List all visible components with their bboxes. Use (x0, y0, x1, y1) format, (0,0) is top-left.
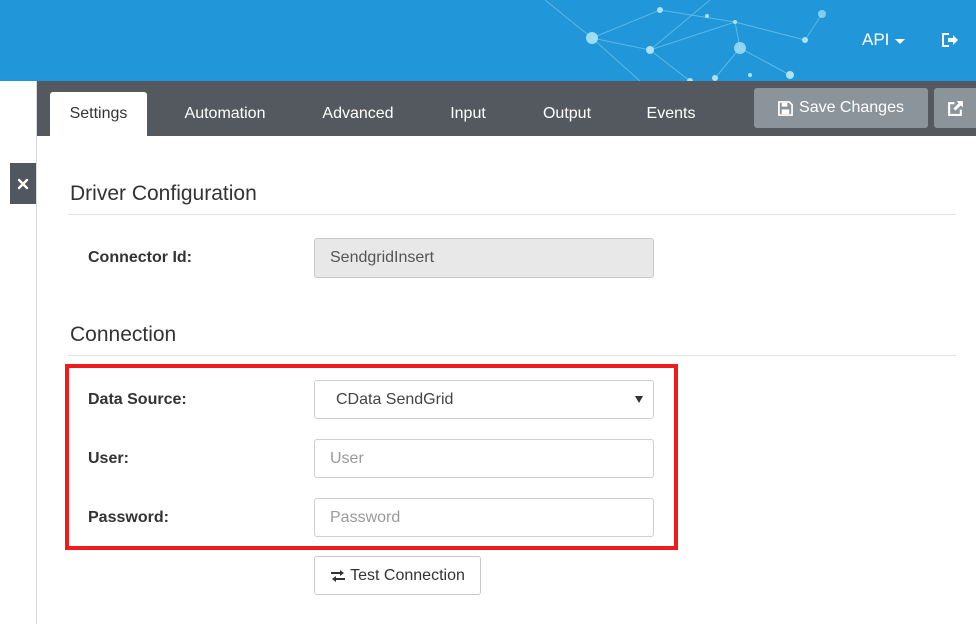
data-source-select[interactable]: CData SendGrid (314, 380, 654, 419)
api-dropdown-menu[interactable]: API (862, 30, 906, 50)
save-changes-label: Save Changes (799, 99, 904, 116)
dropdown-arrow-icon (635, 396, 643, 403)
section-divider (68, 355, 956, 356)
network-background-graphic (544, 0, 826, 81)
user-label: User: (88, 450, 129, 467)
data-source-selected-value: CData SendGrid (336, 391, 454, 408)
caret-down-icon (895, 39, 906, 44)
close-panel-button[interactable] (10, 163, 36, 204)
top-header: API (0, 0, 976, 81)
test-connection-button[interactable]: Test Connection (314, 556, 481, 595)
user-input[interactable] (314, 439, 654, 478)
password-input[interactable] (314, 498, 654, 537)
save-changes-button[interactable]: Save Changes (754, 88, 928, 128)
connector-id-field[interactable] (314, 238, 654, 278)
driver-configuration-heading: Driver Configuration (70, 182, 257, 205)
connection-heading: Connection (70, 323, 177, 346)
logout-icon[interactable] (940, 30, 960, 50)
test-connection-label: Test Connection (350, 566, 465, 584)
tab-automation[interactable]: Automation (165, 92, 285, 136)
password-label: Password: (88, 509, 169, 526)
tab-settings[interactable]: Settings (50, 92, 147, 136)
left-panel-border (36, 81, 37, 624)
data-source-label: Data Source: (88, 391, 187, 408)
external-link-icon (947, 100, 963, 116)
exchange-arrows-icon (331, 569, 346, 582)
section-divider (68, 214, 956, 215)
api-menu-label: API (862, 30, 890, 49)
open-external-button[interactable] (934, 88, 976, 128)
floppy-disk-icon (778, 100, 793, 116)
tab-advanced[interactable]: Advanced (305, 92, 411, 136)
tab-input[interactable]: Input (432, 92, 504, 136)
tab-events[interactable]: Events (630, 92, 712, 136)
tab-output[interactable]: Output (524, 92, 610, 136)
close-icon (17, 178, 29, 189)
connector-id-label: Connector Id: (88, 249, 192, 266)
